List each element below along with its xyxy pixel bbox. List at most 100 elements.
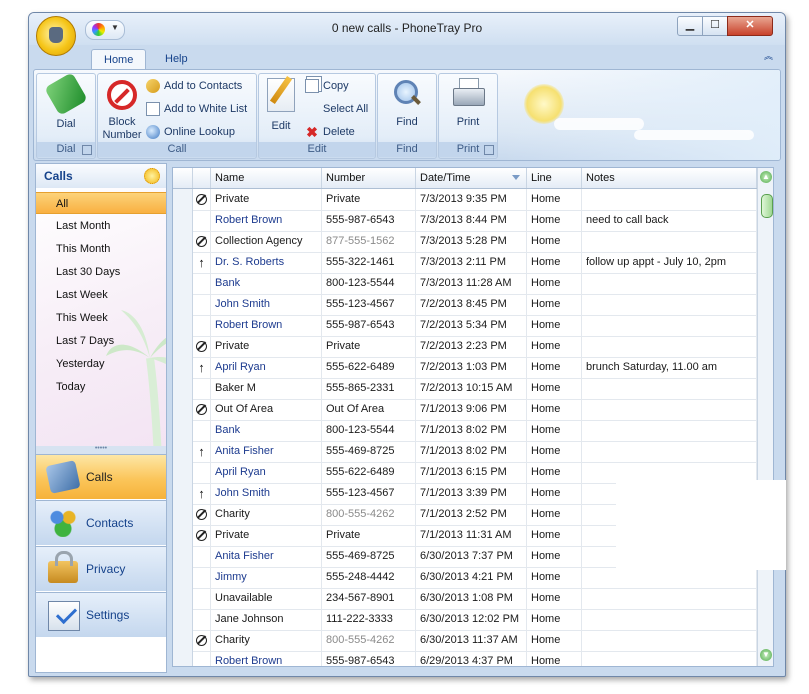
table-row[interactable]: Private Private 7/2/2013 2:23 PM Home [173,336,757,358]
app-logo-icon[interactable] [36,16,76,56]
datetime-cell: 7/3/2013 11:28 AM [416,273,527,294]
row-selector[interactable] [173,399,193,420]
header-number[interactable]: Number [322,168,416,188]
table-row[interactable]: Jimmy 555-248-4442 6/30/2013 4:21 PM Home [173,567,757,589]
notes-cell [582,273,757,294]
nav-button[interactable]: Privacy [36,546,166,591]
nav-button[interactable]: Calls [36,454,166,499]
call-group-label: Call [98,142,256,157]
filter-item[interactable]: Last 7 Days [36,330,166,352]
row-selector[interactable] [173,483,193,504]
notes-cell: follow up appt - July 10, 2pm [582,252,757,273]
row-selector[interactable] [173,315,193,336]
nav-button[interactable]: Contacts [36,500,166,545]
nav-button-label: Calls [86,470,113,484]
row-selector[interactable] [173,546,193,567]
filter-item[interactable]: Yesterday [36,353,166,375]
row-selector[interactable] [173,189,193,210]
ribbon-collapse-icon[interactable]: ︽ [764,49,773,62]
edit-button[interactable]: Edit [263,78,299,133]
table-row[interactable]: Baker M 555-865-2331 7/2/2013 10:15 AM Home [173,378,757,400]
row-selector[interactable] [173,504,193,525]
table-row[interactable]: Unavailable 234-567-8901 6/30/2013 1:08 PM… [173,588,757,610]
copy-button[interactable]: Copy [305,77,349,95]
row-selector[interactable] [173,378,193,399]
scroll-thumb[interactable] [761,194,773,218]
name-cell: Jane Johnson [211,609,322,630]
filter-item[interactable]: Last Month [36,215,166,237]
filter-item[interactable]: All [36,192,166,214]
select-all-button[interactable]: Select All [323,100,368,118]
vertical-scrollbar[interactable]: ▲ ▼ [757,168,773,666]
close-button[interactable]: ✕ [727,16,773,36]
print-dialog-launcher-icon[interactable] [484,145,494,155]
table-row[interactable]: ↑ Dr. S. Roberts 555-322-1461 7/3/2013 2:11… [173,252,757,274]
delete-icon: ✖ [306,124,318,141]
table-row[interactable]: Robert Brown 555-987-6543 6/29/2013 4:37 P… [173,651,757,666]
number-cell: 555-322-1461 [322,252,416,273]
theme-picker[interactable]: ▼ [85,20,125,40]
add-to-white-list-button[interactable]: Add to White List [146,100,247,118]
nav-button[interactable]: Settings [36,592,166,637]
sort-descending-icon [512,175,520,180]
number-cell: 555-622-6489 [322,357,416,378]
header-name[interactable]: Name [211,168,322,188]
call-type-cell: ↑ [193,357,211,378]
line-cell: Home [527,504,582,525]
online-lookup-button[interactable]: Online Lookup [146,123,235,141]
table-row[interactable]: ↑ April Ryan 555-622-6489 7/2/2013 1:03 PM H… [173,357,757,379]
block-number-button[interactable]: Block Number [102,78,142,142]
scroll-up-icon[interactable]: ▲ [760,171,772,183]
datetime-cell: 7/2/2013 8:45 PM [416,294,527,315]
table-row[interactable]: Collection Agency 877-555-1562 7/3/2013 5:… [173,231,757,253]
table-row[interactable]: ↑ Anita Fisher 555-469-8725 7/1/2013 8:02 P… [173,441,757,463]
row-selector[interactable] [173,462,193,483]
header-select-cell[interactable] [173,168,193,188]
filter-item[interactable]: Last Week [36,284,166,306]
row-selector[interactable] [173,210,193,231]
row-selector[interactable] [173,336,193,357]
row-selector[interactable] [173,357,193,378]
row-selector[interactable] [173,525,193,546]
row-selector[interactable] [173,273,193,294]
table-row[interactable]: Robert Brown 555-987-6543 7/3/2013 8:44 PM… [173,210,757,232]
table-row[interactable]: Robert Brown 555-987-6543 7/2/2013 5:34 PM… [173,315,757,337]
row-selector[interactable] [173,651,193,666]
add-to-contacts-button[interactable]: Add to Contacts [146,77,242,95]
header-line[interactable]: Line [527,168,582,188]
minimize-button[interactable]: ▁ [677,16,703,36]
table-row[interactable]: John Smith 555-123-4567 7/2/2013 8:45 PM Ho… [173,294,757,316]
row-selector[interactable] [173,252,193,273]
row-selector[interactable] [173,231,193,252]
table-row[interactable]: Bank 800-123-5544 7/1/2013 8:02 PM Home [173,420,757,442]
header-icon-cell[interactable] [193,168,211,188]
row-selector[interactable] [173,294,193,315]
table-row[interactable]: Jane Johnson 111-222-3333 6/30/2013 12:02 … [173,609,757,631]
table-row[interactable]: Private Private 7/3/2013 9:35 PM Home [173,189,757,211]
row-selector[interactable] [173,441,193,462]
header-notes[interactable]: Notes [582,168,757,188]
dial-dialog-launcher-icon[interactable] [82,145,92,155]
row-selector[interactable] [173,420,193,441]
find-button[interactable]: Find [382,78,432,129]
pane-splitter[interactable]: ••••• [36,445,166,454]
row-selector[interactable] [173,609,193,630]
row-selector[interactable] [173,630,193,651]
tab-help[interactable]: Help [153,49,200,69]
scroll-down-icon[interactable]: ▼ [760,649,772,661]
filter-item[interactable]: This Week [36,307,166,329]
row-selector[interactable] [173,567,193,588]
table-row[interactable]: Bank 800-123-5544 7/3/2013 11:28 AM Home [173,273,757,295]
filter-item[interactable]: This Month [36,238,166,260]
row-selector[interactable] [173,588,193,609]
table-row[interactable]: Charity 800-555-4262 6/30/2013 11:37 AM Hom… [173,630,757,652]
tab-home[interactable]: Home [91,49,147,70]
filter-item[interactable]: Last 30 Days [36,261,166,283]
table-row[interactable]: Out Of Area Out Of Area 7/1/2013 9:06 PM Ho… [173,399,757,421]
maximize-button[interactable]: ☐ [702,16,728,36]
header-datetime[interactable]: Date/Time [416,168,527,188]
filter-item[interactable]: Today [36,376,166,398]
print-button[interactable]: Print [443,78,493,129]
delete-button[interactable]: ✖ Delete [305,123,355,141]
dial-button[interactable]: Dial [41,72,91,131]
